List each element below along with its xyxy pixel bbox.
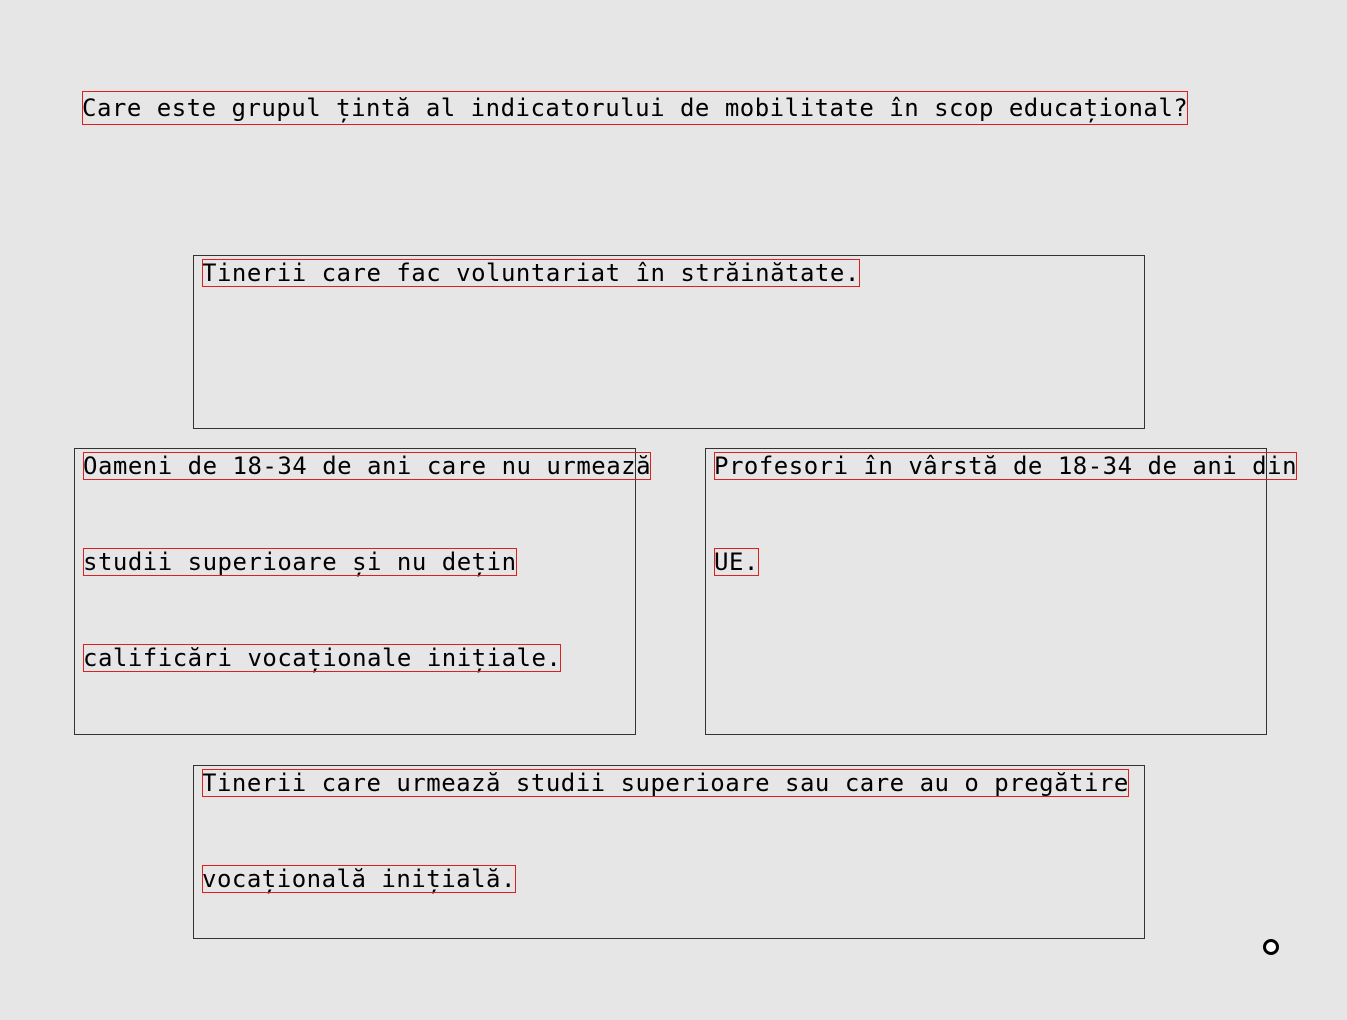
answer-option-1[interactable]: Tinerii care fac voluntariat în străinăt… [193,255,1145,429]
answer-option-2[interactable]: Oameni de 18-34 de ani care nu urmează s… [74,448,652,735]
answer-4-line-2: vocațională inițială. [202,865,516,893]
answer-2-line-3: calificări vocaționale inițiale. [83,644,562,672]
answer-4-line-1: Tinerii care urmează studii superioare s… [202,769,1129,797]
answer-1-line-1: Tinerii care fac voluntariat în străinăt… [202,259,860,287]
question-text: Care este grupul țintă al indicatorului … [82,91,1189,125]
cursor-ring-icon [1263,939,1279,955]
answer-3-line-1: Profesori în vârstă de 18-34 de ani din [714,452,1298,480]
answer-option-4[interactable]: Tinerii care urmează studii superioare s… [193,765,1145,939]
answer-2-line-1: Oameni de 18-34 de ani care nu urmează [83,452,652,480]
answer-option-3[interactable]: Profesori în vârstă de 18-34 de ani din … [705,448,1298,735]
answer-2-line-2: studii superioare și nu dețin [83,548,517,576]
answer-3-line-2: UE. [714,548,759,576]
